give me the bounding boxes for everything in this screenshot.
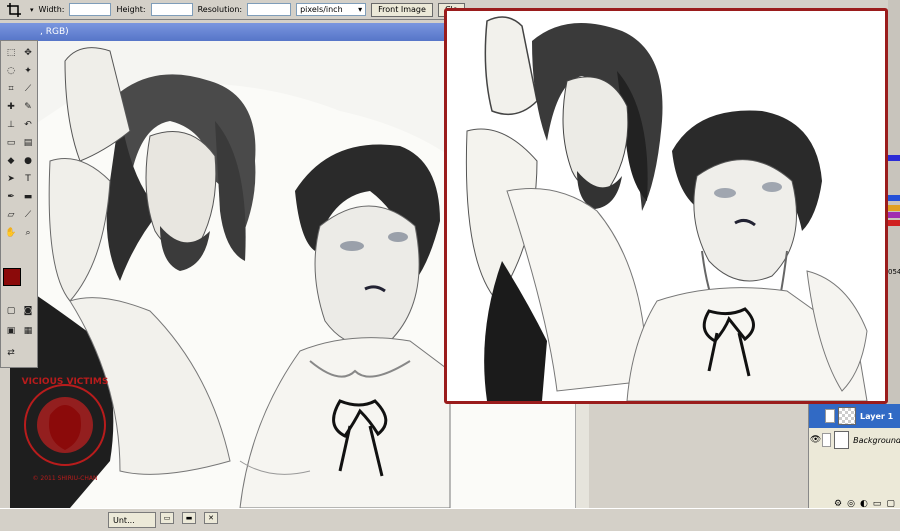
screen-mode-icon[interactable]: ▣ (3, 323, 19, 339)
layer-name: Layer 1 (860, 411, 894, 421)
type-icon[interactable]: T (20, 171, 36, 187)
width-label: Width: (38, 5, 65, 14)
path-selection-icon[interactable]: ➤ (3, 171, 19, 187)
units-select[interactable]: pixels/inch ▾ (296, 3, 367, 16)
notes-icon[interactable]: ▱ (3, 207, 19, 223)
standard-mode-icon[interactable]: ▢ (3, 303, 19, 319)
toolbox: ⬚ ✥ ◌ ✦ ⌗ ⟋ ✚ ✎ ⊥ ↶ ▭ ▤ ◆ ● ➤ T ✒ ▬ ▱ ⟋ … (0, 40, 38, 368)
pen-icon[interactable]: ✒ (3, 189, 19, 205)
stamp-icon[interactable]: ⊥ (3, 117, 19, 133)
chevron-down-icon: ▾ (358, 5, 363, 14)
gradient-icon[interactable]: ▤ (20, 135, 36, 151)
eye-icon[interactable]: 👁 (809, 428, 822, 452)
foreground-color-swatch[interactable] (3, 268, 21, 286)
restore-icon[interactable]: ▭ (160, 512, 174, 524)
visibility-empty[interactable] (809, 404, 825, 428)
swatch-orange[interactable] (888, 205, 900, 211)
jump-to-imageready-icon[interactable]: ⇄ (3, 345, 19, 361)
resolution-field[interactable] (247, 3, 292, 16)
preview-artwork (447, 11, 885, 401)
slice-icon[interactable]: ⟋ (20, 81, 36, 97)
hand-icon[interactable]: ✋ (3, 225, 19, 241)
opacity-fragment: 054 (888, 268, 900, 276)
watermark-top-text: VICIOUS VICTIMS (22, 377, 109, 387)
width-field[interactable] (69, 3, 112, 16)
document-task-button[interactable]: Unt... (108, 512, 156, 528)
document-task-label: Unt... (113, 515, 135, 525)
brush-icon[interactable]: ✎ (20, 99, 36, 115)
magic-wand-icon[interactable]: ✦ (20, 63, 36, 79)
quick-mask-icon[interactable]: ◙ (20, 303, 36, 319)
healing-brush-icon[interactable]: ✚ (3, 99, 19, 115)
layer-row[interactable]: 👁 Background (809, 428, 900, 452)
preview-window (444, 8, 888, 404)
crop-dropdown-arrow-icon[interactable]: ▾ (30, 6, 34, 14)
crop-icon[interactable] (3, 2, 25, 18)
watermark-logo: VICIOUS VICTIMS © 2011 SHIRIU-CHAN (22, 377, 109, 482)
layer-thumbnail (833, 431, 850, 449)
resolution-label: Resolution: (197, 5, 243, 14)
watermark-bottom-text: © 2011 SHIRIU-CHAN (33, 475, 98, 482)
swatch-purple[interactable] (888, 212, 900, 218)
marquee-icon[interactable]: ⬚ (3, 45, 19, 61)
layer-name: Background (853, 435, 900, 445)
close-icon[interactable]: ✕ (204, 512, 218, 524)
swatch-royal-blue[interactable] (888, 195, 900, 201)
swatch-red[interactable] (888, 220, 900, 226)
fullscreen-mode-icon[interactable]: ▦ (20, 323, 36, 339)
crop-tool-icon[interactable]: ⌗ (3, 81, 19, 97)
blur-icon[interactable]: ◆ (3, 153, 19, 169)
lasso-icon[interactable]: ◌ (3, 63, 19, 79)
move-icon[interactable]: ✥ (20, 45, 36, 61)
link-box[interactable] (825, 409, 835, 423)
taskbar: Unt... ▭ ▬ ✕ (0, 508, 900, 531)
eyedropper-icon[interactable]: ⟋ (20, 207, 36, 223)
front-image-button[interactable]: Front Image (371, 2, 433, 17)
eraser-icon[interactable]: ▭ (3, 135, 19, 151)
units-value: pixels/inch (300, 5, 343, 14)
layer-row[interactable]: Layer 1 (809, 404, 900, 428)
history-brush-icon[interactable]: ↶ (20, 117, 36, 133)
link-box[interactable] (822, 433, 831, 447)
dodge-icon[interactable]: ● (20, 153, 36, 169)
height-field[interactable] (150, 3, 193, 16)
zoom-icon[interactable]: ⌕ (20, 225, 36, 241)
height-label: Height: (116, 5, 146, 14)
shape-icon[interactable]: ▬ (20, 189, 36, 205)
layer-thumbnail (838, 407, 856, 425)
minimize-icon[interactable]: ▬ (182, 512, 196, 524)
swatch-blue[interactable] (888, 155, 900, 161)
